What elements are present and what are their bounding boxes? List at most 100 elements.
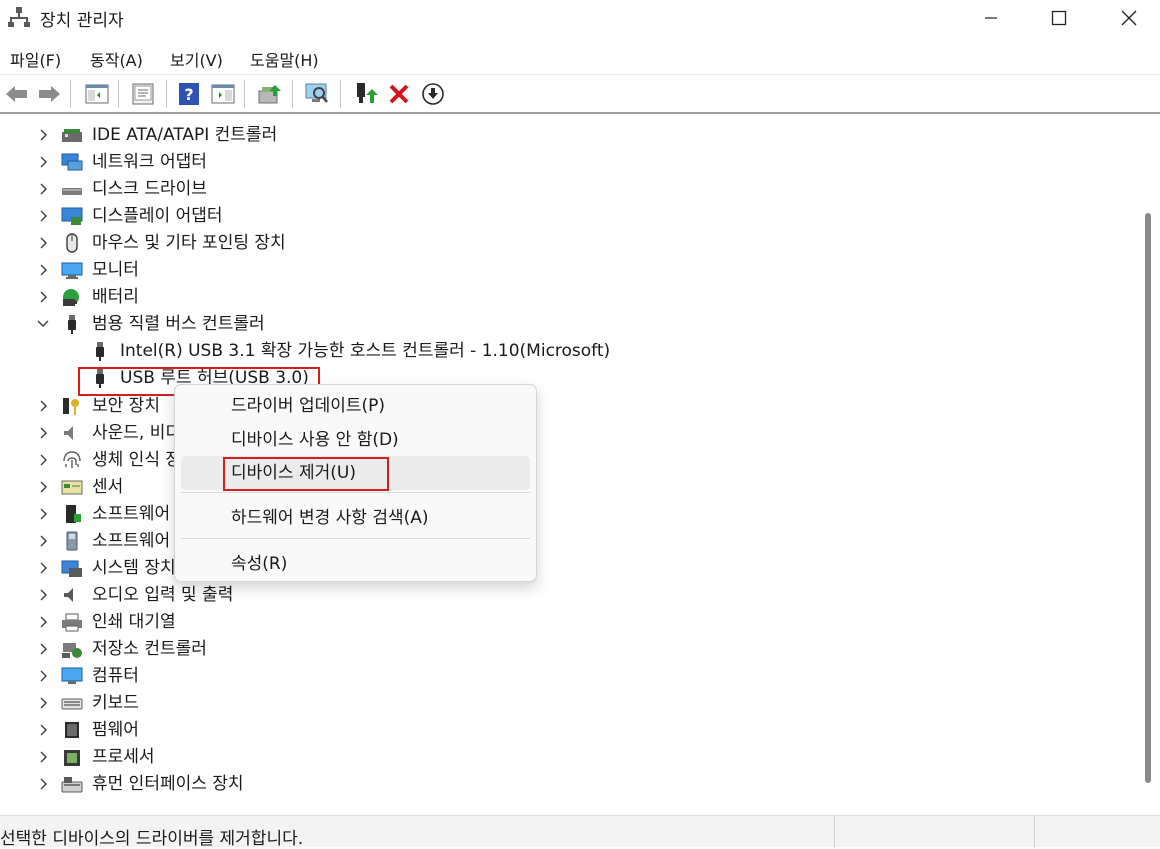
tree-child-item[interactable]: Intel(R) USB 3.1 확장 가능한 호스트 컨트롤러 - 1.10(… — [0, 338, 800, 364]
uninstall-highlight — [223, 457, 389, 491]
tree-category-item[interactable]: 키보드 — [0, 690, 800, 716]
toolbar-separator — [166, 80, 167, 108]
toolbar-separator — [340, 80, 341, 108]
battery-icon — [61, 287, 83, 307]
back-icon[interactable] — [4, 81, 30, 107]
help-icon[interactable]: ? — [176, 81, 202, 107]
chevron-right-icon[interactable] — [36, 609, 50, 635]
chevron-right-icon[interactable] — [36, 636, 50, 662]
audio-io-icon — [61, 585, 83, 605]
software-device-icon — [61, 531, 83, 551]
scan-hardware-icon[interactable] — [304, 81, 330, 107]
tree-item-label: 보안 장치 — [92, 395, 160, 416]
ctx-update-driver[interactable]: 드라이버 업데이트(P) — [181, 389, 530, 423]
tree-item-label: 네트워크 어댑터 — [92, 152, 207, 173]
tree-category-item[interactable]: 배터리 — [0, 284, 800, 310]
chevron-right-icon[interactable] — [36, 501, 50, 527]
chevron-right-icon[interactable] — [36, 122, 50, 148]
scrollbar-thumb[interactable] — [1145, 213, 1151, 783]
chevron-right-icon[interactable] — [36, 420, 50, 446]
menu-view[interactable]: 보기(V) — [170, 47, 223, 71]
biometric-icon — [61, 450, 83, 470]
tree-item-label: 센서 — [92, 476, 124, 497]
tree-category-item[interactable]: 디스크 드라이브 — [0, 176, 800, 202]
tree-category-item[interactable]: 마우스 및 기타 포인팅 장치 — [0, 230, 800, 256]
tree-category-item[interactable]: 디스플레이 어댑터 — [0, 203, 800, 229]
mouse-icon — [61, 233, 83, 253]
status-text: 선택한 디바이스의 드라이버를 제거합니다. — [0, 829, 304, 849]
chevron-right-icon[interactable] — [36, 176, 50, 202]
uninstall-device-icon[interactable] — [386, 81, 412, 107]
chevron-right-icon[interactable] — [36, 230, 50, 256]
title-bar: 장치 관리자 — [0, 0, 1160, 36]
software-component-icon — [61, 504, 83, 524]
tree-item-label: 디스플레이 어댑터 — [92, 206, 223, 227]
chevron-right-icon[interactable] — [36, 582, 50, 608]
maximize-icon — [1051, 10, 1067, 26]
tree-category-item[interactable]: 컴퓨터 — [0, 663, 800, 689]
chevron-right-icon[interactable] — [36, 203, 50, 229]
minimize-icon — [985, 17, 997, 19]
tree-item-label: 시스템 장치 — [92, 557, 176, 578]
tree-category-item[interactable]: 프로세서 — [0, 744, 800, 770]
tree-category-item[interactable]: 저장소 컨트롤러 — [0, 636, 800, 662]
tree-item-label: 마우스 및 기타 포인팅 장치 — [92, 233, 286, 254]
tree-item-label: 휴먼 인터페이스 장치 — [92, 774, 244, 795]
menu-action[interactable]: 동작(A) — [90, 47, 143, 71]
ctx-scan-hardware[interactable]: 하드웨어 변경 사항 검색(A) — [181, 501, 530, 535]
chevron-down-icon[interactable] — [36, 311, 50, 337]
chevron-right-icon[interactable] — [36, 528, 50, 554]
chevron-right-icon[interactable] — [36, 393, 50, 419]
menu-help[interactable]: 도움말(H) — [250, 47, 319, 71]
download-icon[interactable] — [420, 81, 446, 107]
tree-category-item[interactable]: 인쇄 대기열 — [0, 609, 800, 635]
chevron-right-icon[interactable] — [36, 663, 50, 689]
close-button[interactable] — [1094, 0, 1160, 36]
sensor-icon — [61, 477, 83, 497]
chevron-right-icon[interactable] — [36, 771, 50, 797]
ctx-properties[interactable]: 속성(R) — [181, 547, 530, 581]
computer-icon — [61, 666, 83, 686]
enable-device-icon[interactable] — [352, 81, 378, 107]
tree-item-label: IDE ATA/ATAPI 컨트롤러 — [92, 125, 278, 145]
chevron-right-icon[interactable] — [36, 690, 50, 716]
device-manager-icon — [8, 6, 30, 28]
tree-item-label: Intel(R) USB 3.1 확장 가능한 호스트 컨트롤러 - 1.10(… — [120, 341, 611, 362]
chevron-right-icon[interactable] — [36, 447, 50, 473]
status-separator — [834, 816, 835, 848]
tree-category-item[interactable]: 오디오 입력 및 출력 — [0, 582, 800, 608]
tree-category-item[interactable]: IDE ATA/ATAPI 컨트롤러 — [0, 122, 800, 148]
tree-category-item[interactable]: 네트워크 어댑터 — [0, 149, 800, 175]
tree-category-item[interactable]: 펌웨어 — [0, 717, 800, 743]
tree-category-item[interactable]: 범용 직렬 버스 컨트롤러 — [0, 311, 800, 337]
tree-item-label: 펌웨어 — [92, 720, 139, 741]
security-device-icon — [61, 396, 83, 416]
ctx-disable-device[interactable]: 디바이스 사용 안 함(D) — [181, 423, 530, 457]
device-tree[interactable]: IDE ATA/ATAPI 컨트롤러네트워크 어댑터디스크 드라이브디스플레이 … — [0, 120, 1138, 815]
update-driver-icon[interactable] — [256, 81, 282, 107]
chevron-right-icon[interactable] — [36, 149, 50, 175]
tree-item-label: 저장소 컨트롤러 — [92, 638, 207, 659]
chevron-right-icon[interactable] — [36, 717, 50, 743]
ctx-separator — [181, 538, 530, 539]
firmware-icon — [61, 720, 83, 740]
forward-icon[interactable] — [36, 81, 62, 107]
toolbar-separator — [70, 80, 71, 108]
chevron-right-icon[interactable] — [36, 257, 50, 283]
svg-text:?: ? — [184, 85, 193, 104]
chevron-right-icon[interactable] — [36, 474, 50, 500]
tree-category-item[interactable]: 휴먼 인터페이스 장치 — [0, 771, 800, 797]
minimize-button[interactable] — [956, 0, 1026, 36]
chevron-right-icon[interactable] — [36, 744, 50, 770]
show-action-pane-icon[interactable] — [210, 81, 236, 107]
chevron-right-icon[interactable] — [36, 555, 50, 581]
tree-item-label: 디스크 드라이브 — [92, 179, 207, 200]
maximize-button[interactable] — [1024, 0, 1094, 36]
toolbar: ? — [0, 74, 1160, 114]
tree-category-item[interactable]: 모니터 — [0, 257, 800, 283]
show-hide-console-tree-icon[interactable] — [84, 81, 110, 107]
properties-icon[interactable] — [130, 81, 156, 107]
menu-file[interactable]: 파일(F) — [10, 47, 61, 71]
tree-item-label: 프로세서 — [92, 747, 155, 768]
chevron-right-icon[interactable] — [36, 284, 50, 310]
